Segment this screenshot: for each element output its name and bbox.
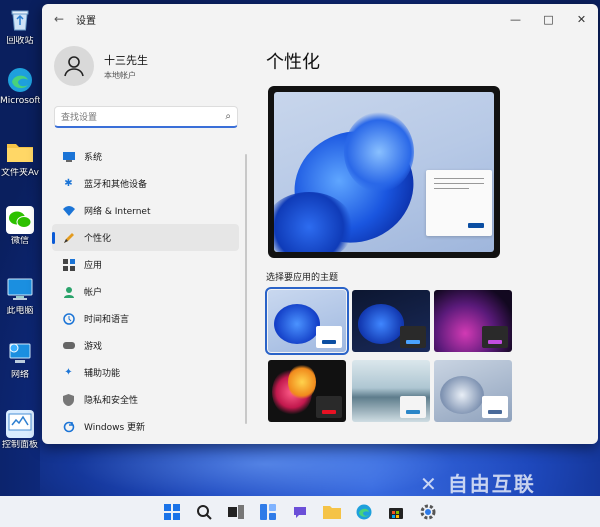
sidebar-item-label: 帐户 bbox=[84, 288, 103, 298]
search-icon: ⌕ bbox=[225, 111, 231, 122]
theme-tile-glow[interactable] bbox=[434, 290, 512, 352]
privacy-shield-icon bbox=[62, 393, 75, 406]
wechat-icon bbox=[6, 206, 34, 234]
theme-tile-flow[interactable] bbox=[434, 360, 512, 422]
control-panel-icon bbox=[6, 410, 34, 438]
desktop-icon-network[interactable]: 网络 bbox=[0, 340, 40, 380]
sidebar-item-label: 时间和语言 bbox=[84, 315, 130, 325]
theme-preview bbox=[268, 86, 500, 258]
sidebar-item-windows-update[interactable]: Windows 更新 bbox=[52, 413, 239, 440]
page-title: 个性化 bbox=[266, 52, 320, 73]
edge-icon[interactable] bbox=[354, 502, 374, 522]
start-icon[interactable] bbox=[162, 502, 182, 522]
search-icon[interactable] bbox=[194, 502, 214, 522]
sidebar-item-system[interactable]: 系统 bbox=[52, 143, 239, 170]
desktop-icon-wechat[interactable]: 微信 bbox=[0, 206, 40, 246]
folder-icon bbox=[6, 138, 34, 166]
gaming-icon bbox=[62, 339, 75, 352]
sidebar: 十三先生 本地帐户 查找设置 ⌕ 系统 ✱ 蓝牙和其他设备 网络 & Inter… bbox=[42, 34, 247, 444]
themes-heading: 选择要应用的主题 bbox=[266, 273, 339, 283]
sidebar-item-accessibility[interactable]: ✦ 辅助功能 bbox=[52, 359, 239, 386]
desktop-icon-folder[interactable]: 文件夹Av bbox=[0, 138, 40, 178]
system-icon bbox=[62, 150, 75, 163]
account-icon bbox=[62, 285, 75, 298]
back-arrow-icon[interactable]: ← bbox=[54, 12, 68, 26]
store-icon[interactable] bbox=[386, 502, 406, 522]
settings-icon[interactable] bbox=[418, 502, 438, 522]
sidebar-item-label: 应用 bbox=[84, 261, 103, 271]
sidebar-item-accounts[interactable]: 帐户 bbox=[52, 278, 239, 305]
theme-tile-captured-motion[interactable] bbox=[268, 360, 346, 422]
recycle-bin-icon bbox=[6, 6, 34, 34]
watermark-logo: ✕ 自由互联 bbox=[420, 472, 536, 496]
sidebar-item-gaming[interactable]: 游戏 bbox=[52, 332, 239, 359]
sidebar-item-label: 辅助功能 bbox=[84, 369, 121, 379]
sidebar-item-label: 系统 bbox=[84, 153, 103, 163]
desktop-icon-edge[interactable]: Microsoft Edge bbox=[0, 66, 40, 106]
sidebar-item-label: 个性化 bbox=[84, 234, 112, 244]
task-view-icon[interactable] bbox=[226, 502, 246, 522]
sidebar-item-bluetooth[interactable]: ✱ 蓝牙和其他设备 bbox=[52, 170, 239, 197]
time-language-icon bbox=[62, 312, 75, 325]
preview-window bbox=[426, 170, 492, 236]
accessibility-icon: ✦ bbox=[64, 367, 73, 378]
sidebar-item-privacy[interactable]: 隐私和安全性 bbox=[52, 386, 239, 413]
edge-icon bbox=[6, 66, 34, 94]
desktop-icon-control-panel[interactable]: 控制面板 bbox=[0, 410, 40, 450]
window-title: 设置 bbox=[76, 15, 96, 27]
profile-name: 十三先生 bbox=[104, 53, 148, 67]
windows-update-icon bbox=[62, 420, 75, 433]
sidebar-item-label: 游戏 bbox=[84, 342, 103, 352]
apps-icon bbox=[62, 258, 75, 271]
profile-subtitle: 本地帐户 bbox=[104, 70, 136, 80]
sidebar-item-time-language[interactable]: 时间和语言 bbox=[52, 305, 239, 332]
bluetooth-icon: ✱ bbox=[64, 178, 73, 189]
chat-icon[interactable] bbox=[290, 502, 310, 522]
search-input[interactable]: 查找设置 bbox=[61, 110, 225, 123]
personalization-pen-icon bbox=[62, 231, 75, 244]
network-wifi-icon bbox=[62, 204, 75, 217]
sidebar-item-network[interactable]: 网络 & Internet bbox=[52, 197, 239, 224]
sidebar-item-personalization[interactable]: 个性化 bbox=[52, 224, 239, 251]
maximize-button[interactable]: □ bbox=[532, 4, 565, 34]
main-content: 个性化 选择要应用的主题 bbox=[265, 34, 586, 444]
nav-list: 系统 ✱ 蓝牙和其他设备 网络 & Internet 个性化 应用 帐户 时间和… bbox=[52, 143, 239, 440]
theme-tile-sunrise[interactable] bbox=[352, 360, 430, 422]
avatar bbox=[54, 46, 94, 86]
this-pc-icon bbox=[6, 276, 34, 304]
sidebar-scrollbar[interactable] bbox=[245, 154, 247, 424]
title-bar: ← 设置 — □ ✕ bbox=[42, 4, 598, 34]
theme-tile-windows-dark[interactable] bbox=[352, 290, 430, 352]
widgets-icon[interactable] bbox=[258, 502, 278, 522]
desktop-icon-this-pc[interactable]: 此电脑 bbox=[0, 276, 40, 316]
sidebar-item-label: Windows 更新 bbox=[84, 423, 146, 433]
taskbar bbox=[0, 496, 600, 527]
user-icon bbox=[64, 56, 84, 77]
sidebar-item-apps[interactable]: 应用 bbox=[52, 251, 239, 278]
sidebar-item-label: 网络 & Internet bbox=[84, 207, 151, 217]
theme-tile-windows-light[interactable] bbox=[265, 287, 349, 355]
minimize-button[interactable]: — bbox=[499, 4, 532, 34]
sidebar-item-label: 隐私和安全性 bbox=[84, 396, 139, 406]
close-button[interactable]: ✕ bbox=[565, 4, 598, 34]
settings-window: ← 设置 — □ ✕ 十三先生 本地帐户 查找设置 ⌕ 系统 ✱ 蓝牙和其他设备… bbox=[42, 4, 598, 444]
sidebar-item-label: 蓝牙和其他设备 bbox=[84, 180, 148, 190]
search-box[interactable]: 查找设置 ⌕ bbox=[54, 106, 238, 128]
user-profile[interactable]: 十三先生 本地帐户 bbox=[54, 46, 148, 86]
network-icon bbox=[6, 340, 34, 368]
file-explorer-icon[interactable] bbox=[322, 502, 342, 522]
desktop-icon-recycle-bin[interactable]: 回收站 bbox=[0, 6, 40, 46]
